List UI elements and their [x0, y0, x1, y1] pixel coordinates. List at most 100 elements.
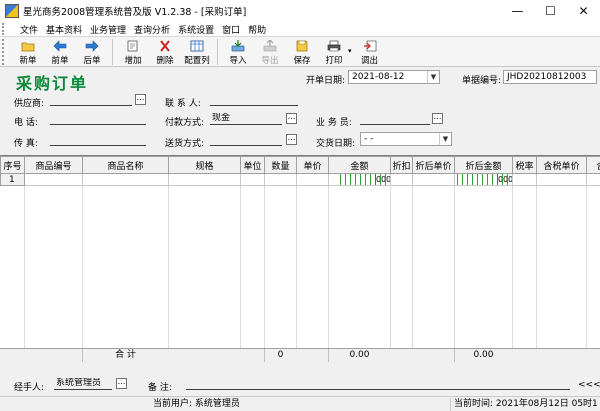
grid-line	[24, 186, 25, 362]
status-user-label: 当前用户:	[153, 399, 193, 409]
remark-input[interactable]	[186, 378, 570, 390]
doc-no-field[interactable]: JHD20210812003	[503, 70, 597, 84]
cell-disc-amount[interactable]: 0 0 0	[454, 173, 513, 186]
remark-label: 备 注:	[148, 383, 172, 393]
toolbar-separator	[112, 39, 113, 65]
close-button[interactable]: ✕	[567, 0, 600, 22]
col-header-disc-price[interactable]: 折后单价	[412, 156, 455, 174]
next-button[interactable]: 后单	[76, 37, 108, 67]
delivery-input[interactable]	[210, 134, 282, 146]
grid-line	[264, 186, 265, 362]
supplier-input[interactable]	[50, 94, 132, 106]
window-title: 星光商务2008管理系统普及版 V1.2.38 - [采购订单]	[23, 7, 247, 18]
chevron-down-icon[interactable]: ▼	[427, 71, 439, 83]
cell-tax-price[interactable]	[536, 173, 587, 186]
fax-label: 传 真:	[14, 139, 38, 149]
totals-disc-amount: 0.00	[454, 349, 512, 362]
call-out-icon	[363, 40, 376, 52]
config-columns-button[interactable]: 配置列	[181, 37, 213, 67]
totals-amount: 0.00	[328, 349, 390, 362]
toolbar-separator	[217, 39, 218, 65]
col-header-price[interactable]: 单价	[296, 156, 329, 174]
prev-button[interactable]: 前单	[44, 37, 76, 67]
menu-help[interactable]: 帮助	[244, 23, 270, 36]
payment-input[interactable]: 现金	[210, 113, 282, 125]
add-row-button[interactable]: 增加	[117, 37, 149, 67]
phone-input[interactable]	[50, 113, 146, 125]
totals-label: 合 计	[82, 349, 168, 362]
grid-line	[412, 186, 413, 362]
print-dropdown-arrow[interactable]: ▾	[348, 37, 352, 55]
cell-disc-price[interactable]	[412, 173, 455, 186]
col-header-unit[interactable]: 单位	[240, 156, 265, 174]
menu-basic-data[interactable]: 基本资料	[42, 23, 86, 36]
contact-input[interactable]	[210, 94, 298, 106]
export-icon	[263, 40, 277, 52]
col-header-discount[interactable]: 折扣	[390, 156, 413, 174]
col-header-no[interactable]: 序号	[0, 156, 25, 174]
grid-line	[168, 186, 169, 362]
fax-input[interactable]	[50, 134, 146, 146]
chevron-down-icon[interactable]: ▼	[439, 133, 451, 145]
cell-more[interactable]	[586, 173, 600, 186]
order-header-form: 采购订单 开单日期: 2021-08-12 ▼ 单据编号: JHD2021081…	[0, 67, 600, 155]
cell-discount[interactable]	[390, 173, 413, 186]
supplier-label: 供应商:	[14, 99, 45, 109]
cell-price[interactable]	[296, 173, 329, 186]
import-icon	[231, 40, 245, 52]
cell-code[interactable]	[24, 173, 83, 186]
table-row[interactable]: 1 0 0 0 0	[0, 173, 600, 186]
menu-settings[interactable]: 系统设置	[174, 23, 218, 36]
grid-line	[512, 186, 513, 362]
delivery-lookup-button[interactable]: …	[286, 134, 297, 145]
collapse-button[interactable]: <<<	[578, 380, 600, 390]
maximize-button[interactable]: ☐	[534, 0, 567, 22]
cell-spec[interactable]	[168, 173, 241, 186]
order-items-grid[interactable]: 序号 商品编号 商品名称 规格 单位 数量 单价 金额 折扣 折后单价 折后金额…	[0, 155, 600, 362]
grid-line	[454, 186, 455, 362]
menu-query[interactable]: 查询分析	[130, 23, 174, 36]
col-header-amount[interactable]: 金额	[328, 156, 391, 174]
grid-line	[296, 186, 297, 362]
columns-icon	[190, 40, 204, 52]
delete-x-icon	[160, 40, 170, 52]
payment-lookup-button[interactable]: …	[286, 113, 297, 124]
col-header-disc-amount[interactable]: 折后金额	[454, 156, 513, 174]
save-button[interactable]: 保存	[286, 37, 318, 67]
col-header-qty[interactable]: 数量	[264, 156, 297, 174]
col-header-tax-rate[interactable]: 税率	[512, 156, 537, 174]
call-out-button[interactable]: 调出	[354, 37, 386, 67]
menu-window[interactable]: 窗口	[218, 23, 244, 36]
col-header-name[interactable]: 商品名称	[82, 156, 169, 174]
window-controls: — ☐ ✕	[501, 0, 600, 22]
menu-file[interactable]: 文件	[16, 23, 42, 36]
salesman-lookup-button[interactable]: …	[432, 113, 443, 124]
import-button[interactable]: 导入	[222, 37, 254, 67]
export-button: 导出	[254, 37, 286, 67]
grid-line	[586, 186, 587, 362]
items-table: 序号 商品编号 商品名称 规格 单位 数量 单价 金额 折扣 折后单价 折后金额…	[0, 156, 600, 186]
new-folder-icon	[21, 42, 35, 52]
cell-name[interactable]	[82, 173, 169, 186]
col-header-more[interactable]: 含	[586, 156, 600, 174]
delete-button[interactable]: 删除	[149, 37, 181, 67]
cell-tax-rate[interactable]	[512, 173, 537, 186]
col-header-code[interactable]: 商品编号	[24, 156, 83, 174]
cell-amount[interactable]: 0 0 0	[328, 173, 391, 186]
open-date-picker[interactable]: 2021-08-12 ▼	[348, 70, 440, 84]
supplier-lookup-button[interactable]: …	[135, 94, 146, 105]
new-button[interactable]: 新单	[12, 37, 44, 67]
handler-input[interactable]: 系统管理员	[54, 378, 112, 390]
menu-business[interactable]: 业务管理	[86, 23, 130, 36]
print-button[interactable]: 打印	[318, 37, 350, 67]
col-header-spec[interactable]: 规格	[168, 156, 241, 174]
salesman-input[interactable]	[360, 113, 430, 125]
cell-qty[interactable]	[264, 173, 297, 186]
salesman-label: 业 务 员:	[316, 118, 352, 128]
handler-lookup-button[interactable]: …	[116, 378, 127, 389]
totals-quantity: 0	[264, 349, 296, 362]
col-header-tax-price[interactable]: 含税单价	[536, 156, 587, 174]
minimize-button[interactable]: —	[501, 0, 534, 22]
cell-unit[interactable]	[240, 173, 265, 186]
trade-date-picker[interactable]: - - ▼	[360, 132, 452, 146]
